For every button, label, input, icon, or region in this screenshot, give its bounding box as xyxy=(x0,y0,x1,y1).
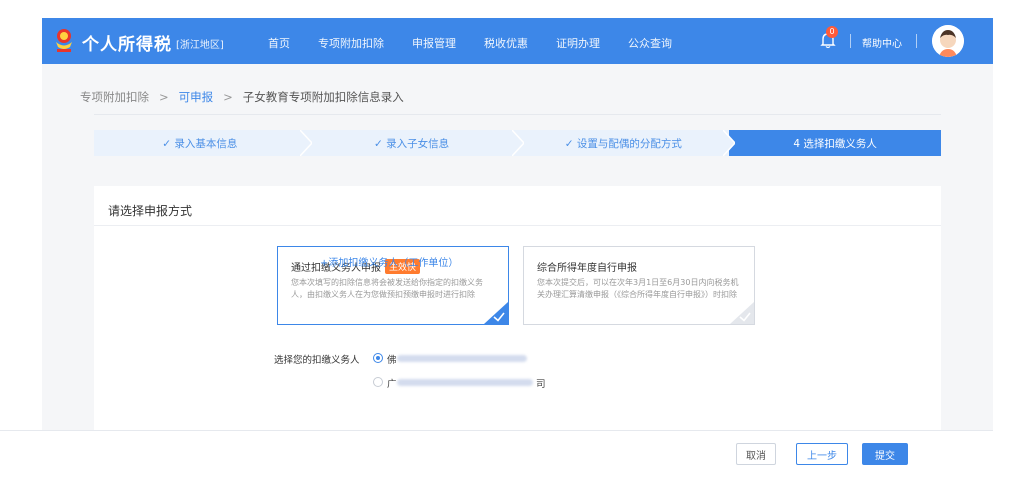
previous-step-button[interactable]: 上一步 xyxy=(796,443,848,465)
redacted-agent-name xyxy=(397,355,527,362)
section-title: 请选择申报方式 xyxy=(108,204,193,218)
step-separator-icon xyxy=(511,130,524,156)
region-label: [浙江地区] xyxy=(176,40,224,51)
agent-name-prefix: 广 xyxy=(387,379,397,390)
nav-item-home[interactable]: 首页 xyxy=(268,35,290,51)
agent-name-prefix: 佛 xyxy=(387,355,397,366)
option-title-row: 综合所得年度自行申报 xyxy=(537,259,744,274)
chevron-right-icon: > xyxy=(159,90,169,104)
progress-steps: ✓ 录入基本信息 ✓ 录入子女信息 ✓ 设置与配偶的分配方式 4 选择扣缴义务人 xyxy=(94,130,941,156)
divider xyxy=(94,114,941,115)
add-withholding-agent-link[interactable]: +添加扣缴义务人（工作单位） xyxy=(320,254,458,269)
step-spouse-allocation: ✓ 设置与配偶的分配方式 xyxy=(517,130,736,156)
step-label: ✓ 录入子女信息 xyxy=(374,137,450,150)
withholding-agent-label: 选择您的扣缴义务人 xyxy=(274,355,360,366)
breadcrumb: 专项附加扣除 > 可申报 > 子女教育专项附加扣除信息录入 xyxy=(80,89,404,105)
tax-emblem-icon xyxy=(56,29,72,52)
top-nav-bar: 个人所得税 [浙江地区] 首页 专项附加扣除 申报管理 税收优惠 证明办理 公众… xyxy=(42,18,993,64)
chevron-right-icon: > xyxy=(223,90,233,104)
nav-item-declaration[interactable]: 申报管理 xyxy=(412,35,456,51)
selected-check-icon xyxy=(484,302,508,324)
step-separator-icon xyxy=(723,130,736,156)
option-self-declaration[interactable]: 综合所得年度自行申报 您本次提交后，可以在次年3月1日至6月30日内向税务机关办… xyxy=(523,246,755,325)
divider xyxy=(850,34,851,48)
nav-item-public-query[interactable]: 公众查询 xyxy=(628,35,672,51)
nav-item-tax-benefits[interactable]: 税收优惠 xyxy=(484,35,528,51)
breadcrumb-middle[interactable]: 可申报 xyxy=(179,89,214,105)
notification-badge: 0 xyxy=(826,26,838,38)
main-nav: 首页 专项附加扣除 申报管理 税收优惠 证明办理 公众查询 xyxy=(268,35,700,51)
agent-radio-1[interactable] xyxy=(373,353,383,363)
unselected-check-icon xyxy=(730,302,754,324)
step-select-withholding-agent: 4 选择扣缴义务人 xyxy=(729,130,941,156)
step-label: ✓ 录入基本信息 xyxy=(162,137,238,150)
nav-item-certificates[interactable]: 证明办理 xyxy=(556,35,600,51)
option-title: 综合所得年度自行申报 xyxy=(537,263,637,274)
submit-button[interactable]: 提交 xyxy=(862,443,908,465)
divider xyxy=(916,34,917,48)
declaration-method-card: 请选择申报方式 通过扣缴义务人申报 生效快 您本次填写的扣除信息将会被发送给你指… xyxy=(94,186,941,440)
nav-item-special-deduction[interactable]: 专项附加扣除 xyxy=(318,35,384,51)
agent-radio-2[interactable] xyxy=(373,377,383,387)
breadcrumb-root[interactable]: 专项附加扣除 xyxy=(80,89,149,105)
help-center-link[interactable]: 帮助中心 xyxy=(862,35,902,50)
redacted-agent-name xyxy=(397,379,533,386)
footer-action-bar: 取消 上一步 提交 xyxy=(0,430,993,480)
cancel-button[interactable]: 取消 xyxy=(736,443,776,465)
avatar[interactable] xyxy=(932,25,964,57)
step-child-info: ✓ 录入子女信息 xyxy=(305,130,524,156)
step-basic-info: ✓ 录入基本信息 xyxy=(94,130,312,156)
divider xyxy=(94,225,941,226)
step-separator-icon xyxy=(299,130,312,156)
user-avatar-icon xyxy=(932,25,964,57)
step-label: ✓ 设置与配偶的分配方式 xyxy=(564,137,682,150)
app-frame: 个人所得税 [浙江地区] 首页 专项附加扣除 申报管理 税收优惠 证明办理 公众… xyxy=(42,18,993,480)
option-description: 您本次提交后，可以在次年3月1日至6月30日内向税务机关办理汇算清缴申报（《综合… xyxy=(537,278,739,299)
app-brand[interactable]: 个人所得税 xyxy=(82,30,172,55)
option-description: 您本次填写的扣除信息将会被发送给你指定的扣缴义务人，由扣缴义务人在为您做预扣预缴… xyxy=(291,278,483,299)
breadcrumb-current: 子女教育专项附加扣除信息录入 xyxy=(242,90,404,104)
agent-name-suffix: 司 xyxy=(536,379,546,390)
step-label: 4 选择扣缴义务人 xyxy=(793,137,877,150)
